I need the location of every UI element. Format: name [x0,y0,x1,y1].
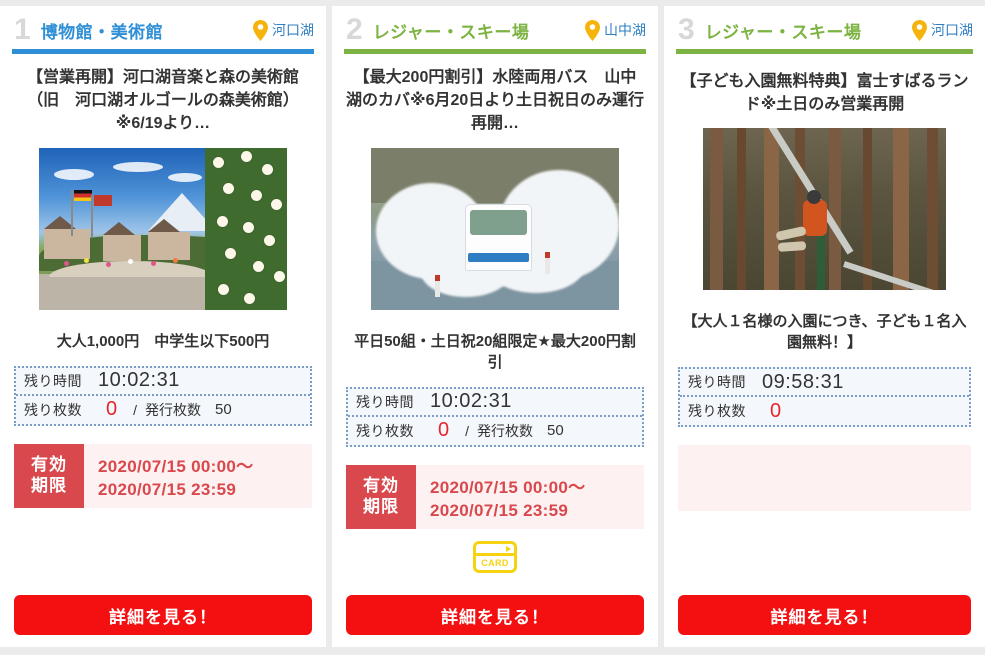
remaining-count-label: 残り枚数 [24,401,82,418]
coupon-description: 平日50組・土日祝20組限定★最大200円割引 [354,332,636,371]
issued-count-value: 50 [215,401,232,419]
coupon-image-wrapper [664,122,985,299]
remaining-time-row: 残り時間 10:02:31 [348,389,642,417]
validity-start: 2020/07/15 00:00〜 [98,456,254,476]
ticket-info-box: 残り時間 09:58:31 残り枚数 0 [678,367,971,428]
spot-area: 河口湖 [253,19,314,41]
remaining-count-row: 残り枚数 0 [680,397,969,425]
validity-label-line2: 期限 [363,496,399,516]
detail-button[interactable]: 詳細を見る！ [14,595,312,635]
remaining-time-row: 残り時間 10:02:31 [16,368,310,396]
coupon-image-wrapper [0,142,326,319]
coupon-title[interactable]: 【子ども入園無料特典】富士すばるランド※土日のみ営業再開 [664,54,985,122]
spot-name: 山中湖 [604,22,646,38]
remaining-count-value: 0 [770,399,782,422]
spot-name: 河口湖 [272,22,314,38]
spot-name: 河口湖 [931,22,973,38]
map-pin-icon [253,19,268,41]
validity-box [678,445,971,512]
validity-label: 有効 期限 [346,464,416,529]
map-pin-icon [912,19,927,41]
detail-button[interactable]: 詳細を見る！ [346,595,644,635]
remaining-time-row: 残り時間 09:58:31 [680,369,969,398]
credit-card-icon-label: CARD [481,557,509,568]
coupon-image[interactable] [371,147,619,310]
coupon-card[interactable]: 1 博物館・美術館 河口湖 【営業再開】河口湖音楽と森の美術館（旧 河口湖オルゴ… [0,6,326,647]
coupon-list-page: 1 博物館・美術館 河口湖 【営業再開】河口湖音楽と森の美術館（旧 河口湖オルゴ… [0,0,985,655]
coupon-image[interactable] [703,128,946,291]
remaining-time-label: 残り時間 [24,372,82,389]
coupon-title[interactable]: 【最大200円割引】水陸両用バス 山中湖のカバ※6月20日より土日祝日のみ運行再… [332,54,658,142]
detail-button-wrapper: 詳細を見る！ [332,595,658,647]
coupon-card[interactable]: 2 レジャー・スキー場 山中湖 【最大200円割引】水陸両用バス 山中湖のカバ※… [332,6,658,647]
coupon-description: 大人1,000円 中学生以下500円 [56,332,270,350]
issued-count-value: 50 [547,422,564,440]
card-header: 3 レジャー・スキー場 河口湖 [664,6,985,54]
validity-label-line2: 期限 [31,475,67,495]
remaining-time-value: 10:02:31 [98,369,180,392]
remaining-count-label: 残り枚数 [688,403,746,420]
rank-number: 1 [14,13,31,46]
spot-area: 河口湖 [912,19,973,41]
category-label: 博物館・美術館 [40,22,164,42]
validity-label-line1: 有効 [363,476,399,496]
validity-label: 有効 期限 [14,443,84,508]
remaining-count-value: 0 [106,398,118,421]
ticket-info-box: 残り時間 10:02:31 残り枚数 0 / 発行枚数 50 [14,365,312,426]
coupon-card-list: 1 博物館・美術館 河口湖 【営業再開】河口湖音楽と森の美術館（旧 河口湖オルゴ… [0,0,985,655]
card-header: 1 博物館・美術館 河口湖 [0,6,326,54]
credit-card-icon: CARD [473,540,517,573]
coupon-description: 【大人１名様の入園につき、子ども１名入園無料！】 [682,313,967,352]
remaining-time-label: 残り時間 [356,393,414,410]
remaining-count-value: 0 [438,419,450,442]
category-label: レジャー・スキー場 [704,22,862,42]
spot-area: 山中湖 [585,19,646,41]
remaining-count-row: 残り枚数 0 / 発行枚数 50 [16,396,310,424]
coupon-image[interactable] [39,147,287,310]
coupon-card[interactable]: 3 レジャー・スキー場 河口湖 【子ども入園無料特典】富士すばるランド※土日のみ… [664,6,985,647]
payment-methods: CARD [332,529,658,573]
rank-number: 2 [346,13,363,46]
remaining-count-row: 残り枚数 0 / 発行枚数 50 [348,417,642,445]
detail-button-wrapper: 詳細を見る！ [664,595,985,647]
validity-start: 2020/07/15 00:00〜 [430,477,586,497]
issued-count-label: 発行枚数 [477,422,534,439]
validity-end: 2020/07/15 23:59 [430,500,569,520]
coupon-image-wrapper [332,142,658,319]
validity-end: 2020/07/15 23:59 [98,479,237,499]
count-separator: / [465,422,470,439]
detail-button-wrapper: 詳細を見る！ [0,595,326,647]
validity-dates: 2020/07/15 00:00〜 2020/07/15 23:59 [84,444,253,508]
remaining-time-value: 10:02:31 [430,390,512,413]
rank-number: 3 [678,13,695,46]
validity-box: 有効 期限 2020/07/15 00:00〜 2020/07/15 23:59 [14,443,312,508]
validity-box: 有効 期限 2020/07/15 00:00〜 2020/07/15 23:59 [346,464,644,529]
remaining-time-label: 残り時間 [688,374,746,391]
count-separator: / [133,401,138,418]
detail-button[interactable]: 詳細を見る！ [678,595,971,635]
issued-count-label: 発行枚数 [145,401,202,418]
category-label: レジャー・スキー場 [372,22,530,42]
card-header: 2 レジャー・スキー場 山中湖 [332,6,658,54]
validity-dates: 2020/07/15 00:00〜 2020/07/15 23:59 [416,465,585,529]
coupon-title[interactable]: 【営業再開】河口湖音楽と森の美術館（旧 河口湖オルゴールの森美術館）※6/19よ… [0,54,326,142]
remaining-time-value: 09:58:31 [762,370,844,393]
map-pin-icon [585,19,600,41]
validity-label-line1: 有効 [31,455,67,475]
remaining-count-label: 残り枚数 [356,422,414,439]
ticket-info-box: 残り時間 10:02:31 残り枚数 0 / 発行枚数 50 [346,386,644,447]
validity-dates [678,445,692,511]
